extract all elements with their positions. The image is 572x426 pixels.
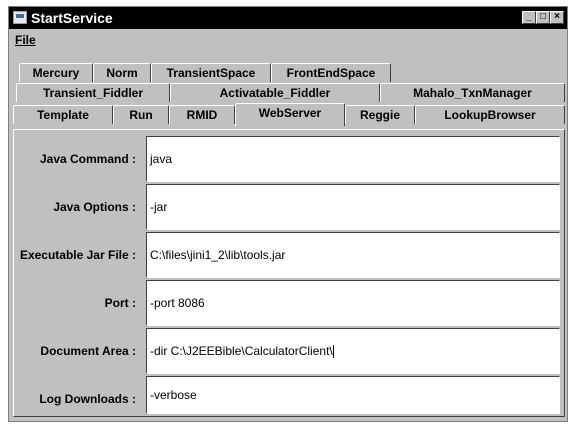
document-area-field[interactable]: -dir C:\J2EEBible\CalculatorClient\ xyxy=(146,328,560,374)
window-title: StartService xyxy=(31,10,113,26)
maximize-icon[interactable]: □ xyxy=(536,11,550,24)
tab-lookupbrowser[interactable]: LookupBrowser xyxy=(415,105,565,124)
java-options-field[interactable]: -jar xyxy=(146,184,560,230)
java-options-label: Java Options : xyxy=(53,200,136,214)
tab-activatable-fiddler[interactable]: Activatable_Fiddler xyxy=(170,83,380,102)
menu-file[interactable]: File xyxy=(15,33,36,47)
log-downloads-field[interactable]: -verbose xyxy=(146,376,560,414)
minimize-icon[interactable]: _ xyxy=(522,11,536,24)
webserver-panel: Java Command : java Java Options : -jar … xyxy=(13,129,565,417)
tab-frontendspace[interactable]: FrontEndSpace xyxy=(271,63,391,82)
executable-jar-label: Executable Jar File : xyxy=(19,248,136,262)
tab-mercury[interactable]: Mercury xyxy=(19,63,93,82)
tab-run[interactable]: Run xyxy=(113,105,169,124)
tab-webserver[interactable]: WebServer xyxy=(235,103,345,126)
menu-bar: File xyxy=(9,29,567,51)
log-downloads-label: Log Downloads : xyxy=(39,392,136,406)
tab-norm[interactable]: Norm xyxy=(93,63,151,82)
tab-strip: Mercury Norm TransientSpace FrontEndSpac… xyxy=(13,63,565,133)
document-area-label: Document Area : xyxy=(40,344,136,358)
close-icon[interactable]: × xyxy=(550,11,564,24)
tab-template[interactable]: Template xyxy=(13,105,113,124)
port-field[interactable]: -port 8086 xyxy=(146,280,560,326)
text-caret xyxy=(332,345,334,359)
tab-mahalo-txnmanager[interactable]: Mahalo_TxnManager xyxy=(380,83,565,102)
java-command-field[interactable]: java xyxy=(146,136,560,182)
app-window-icon xyxy=(13,11,27,24)
executable-jar-field[interactable]: C:\files\jini1_2\lib\tools.jar xyxy=(146,232,560,278)
tab-transient-fiddler[interactable]: Transient_Fiddler xyxy=(16,83,170,102)
title-bar[interactable]: StartService _ □ × xyxy=(9,7,567,29)
tab-reggie[interactable]: Reggie xyxy=(345,105,415,124)
tab-rmid[interactable]: RMID xyxy=(169,105,235,124)
document-area-value: -dir C:\J2EEBible\CalculatorClient\ xyxy=(150,344,333,358)
startservice-window: StartService _ □ × File Mercury Norm Tra… xyxy=(8,6,568,422)
port-label: Port : xyxy=(104,296,136,310)
tab-transientspace[interactable]: TransientSpace xyxy=(151,63,271,82)
java-command-label: Java Command : xyxy=(39,152,136,166)
